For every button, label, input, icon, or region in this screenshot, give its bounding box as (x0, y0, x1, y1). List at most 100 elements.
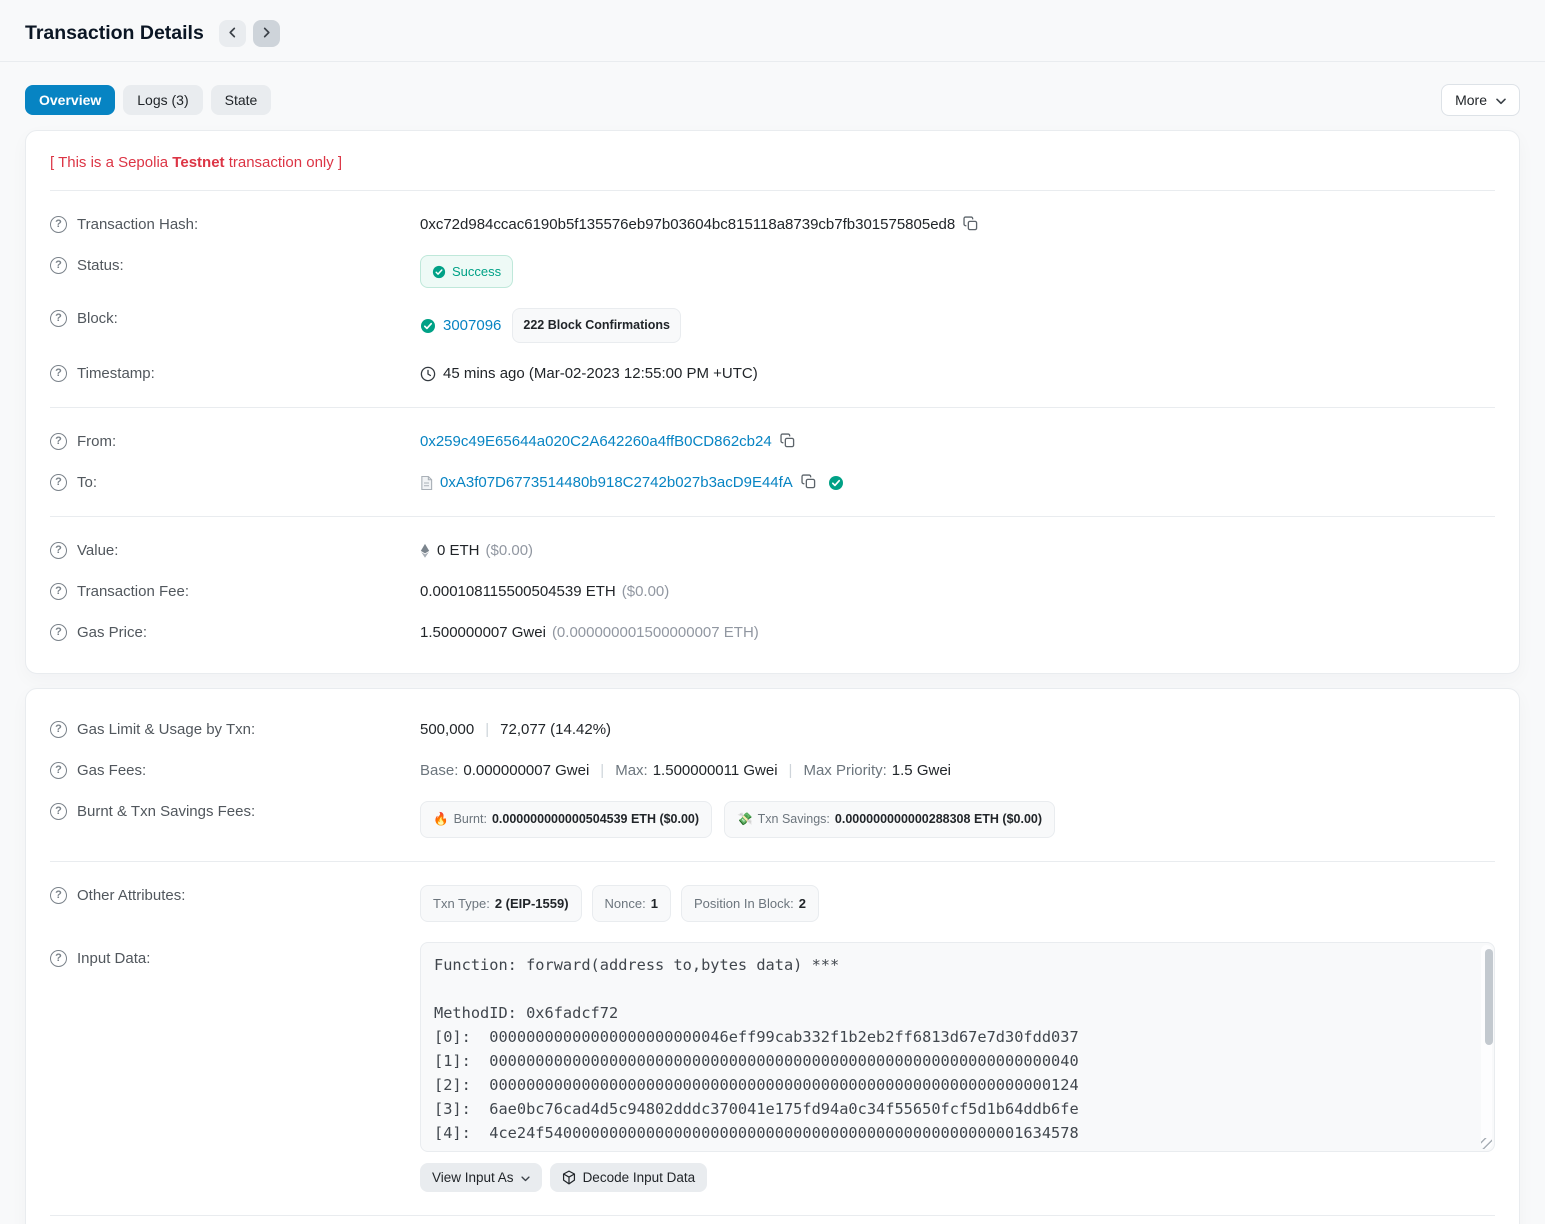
check-circle-icon (420, 318, 436, 334)
timestamp-value: 45 mins ago (Mar-02-2023 12:55:00 PM +UT… (443, 363, 758, 384)
from-address-link[interactable]: 0x259c49E65644a020C2A642260a4ffB0CD862cb… (420, 431, 772, 452)
status-badge-label: Success (452, 261, 501, 282)
separator: | (600, 760, 604, 781)
help-icon[interactable]: ? (50, 542, 67, 559)
txn-savings-badge-value: 0.000000000000288308 ETH ($0.00) (835, 809, 1042, 830)
header-divider (0, 61, 1545, 62)
gas-price-row: ? Gas Price: 1.500000007 Gwei (0.0000000… (50, 612, 1495, 653)
chevron-down-icon (1496, 92, 1506, 108)
block-confirmations-badge: 222 Block Confirmations (512, 308, 681, 343)
transaction-fee-usd: ($0.00) (622, 581, 670, 602)
input-data-box[interactable]: Function: forward(address to,bytes data)… (420, 942, 1495, 1152)
help-icon[interactable]: ? (50, 474, 67, 491)
tab-state[interactable]: State (211, 85, 272, 115)
help-icon[interactable]: ? (50, 257, 67, 274)
to-address-link[interactable]: 0xA3f07D6773514480b918C2742b027b3acD9E44… (440, 472, 793, 493)
chevron-right-icon (261, 26, 272, 41)
status-badge: Success (420, 255, 513, 288)
nonce-value: 1 (651, 893, 658, 914)
decode-cube-icon (562, 1170, 576, 1185)
value-eth: 0 ETH (437, 540, 480, 561)
tab-overview[interactable]: Overview (25, 85, 115, 115)
nonce-badge: Nonce: 1 (592, 885, 671, 922)
next-transaction-button[interactable] (253, 20, 280, 47)
gas-limit-label: Gas Limit & Usage by Txn: (77, 719, 255, 740)
tab-logs[interactable]: Logs (3) (123, 85, 202, 115)
notice-text-pre: [ This is a Sepolia (50, 154, 172, 171)
transaction-fee-row: ? Transaction Fee: 0.000108115500504539 … (50, 571, 1495, 612)
position-in-block-label: Position In Block: (694, 893, 794, 914)
burnt-badge-label: Burnt: (454, 809, 487, 830)
burnt-savings-row: ? Burnt & Txn Savings Fees: 🔥 Burnt: 0.0… (50, 791, 1495, 848)
view-input-as-label: View Input As (432, 1170, 514, 1185)
copy-icon (963, 216, 978, 234)
nonce-label: Nonce: (605, 893, 646, 914)
max-fee-value: 1.500000011 Gwei (653, 760, 778, 781)
txn-type-value: 2 (EIP-1559) (495, 893, 569, 914)
input-data-row: ? Input Data: Function: forward(address … (50, 932, 1495, 1202)
details-card: ? Gas Limit & Usage by Txn: 500,000 | 72… (25, 688, 1520, 1224)
copy-to-address-button[interactable] (801, 474, 816, 492)
separator: | (485, 719, 489, 740)
divider (50, 861, 1495, 862)
help-icon[interactable]: ? (50, 583, 67, 600)
gas-limit-value: 500,000 (420, 719, 474, 740)
help-icon[interactable]: ? (50, 721, 67, 738)
value-row: ? Value: 0 ETH ($0.00) (50, 530, 1495, 571)
position-in-block-badge: Position In Block: 2 (681, 885, 819, 922)
gas-fees-label: Gas Fees: (77, 760, 146, 781)
input-data-content: Function: forward(address to,bytes data)… (434, 953, 1468, 1141)
burnt-savings-label: Burnt & Txn Savings Fees: (77, 801, 255, 822)
help-icon[interactable]: ? (50, 762, 67, 779)
from-label: From: (77, 431, 116, 452)
help-icon[interactable]: ? (50, 310, 67, 327)
chevron-down-icon (521, 1170, 530, 1185)
contract-document-icon (420, 475, 433, 491)
value-usd: ($0.00) (486, 540, 534, 561)
help-icon[interactable]: ? (50, 433, 67, 450)
help-icon[interactable]: ? (50, 365, 67, 382)
notice-text-post: transaction only ] (225, 154, 343, 171)
page-title: Transaction Details (25, 22, 204, 45)
check-circle-icon (432, 265, 446, 279)
help-icon[interactable]: ? (50, 887, 67, 904)
block-number-link[interactable]: 3007096 (443, 315, 501, 336)
other-attributes-row: ? Other Attributes: Txn Type: 2 (EIP-155… (50, 875, 1495, 932)
copy-hash-button[interactable] (963, 216, 978, 234)
divider (50, 407, 1495, 408)
timestamp-label: Timestamp: (77, 363, 155, 384)
help-icon[interactable]: ? (50, 950, 67, 967)
timestamp-row: ? Timestamp: 45 mins ago (Mar-02-2023 12… (50, 353, 1495, 394)
txn-savings-badge: 💸 Txn Savings: 0.000000000000288308 ETH … (724, 801, 1055, 838)
gas-fees-row: ? Gas Fees: Base: 0.000000007 Gwei | Max… (50, 750, 1495, 791)
help-icon[interactable]: ? (50, 216, 67, 233)
gas-price-eth: (0.000000001500000007 ETH) (552, 622, 759, 643)
txn-type-badge: Txn Type: 2 (EIP-1559) (420, 885, 582, 922)
copy-from-address-button[interactable] (780, 433, 795, 451)
view-input-as-button[interactable]: View Input As (420, 1163, 542, 1192)
more-button[interactable]: More (1441, 84, 1520, 116)
max-priority-fee-label: Max Priority: (803, 760, 886, 781)
copy-icon (780, 433, 795, 451)
verified-contract-check-icon (828, 475, 844, 491)
scrollbar-thumb[interactable] (1485, 949, 1493, 1045)
other-attributes-label: Other Attributes: (77, 885, 185, 906)
value-label: Value: (77, 540, 118, 561)
base-fee-value: 0.000000007 Gwei (463, 760, 589, 781)
transaction-details-page: Transaction Details Overview Logs (3) St… (0, 0, 1545, 1224)
gas-usage-value: 72,077 (14.42%) (500, 719, 611, 740)
gas-price-value: 1.500000007 Gwei (420, 622, 546, 643)
transaction-hash-label: Transaction Hash: (77, 214, 198, 235)
status-row: ? Status: Success (50, 245, 1495, 298)
decode-input-data-button[interactable]: Decode Input Data (550, 1163, 708, 1192)
position-in-block-value: 2 (799, 893, 806, 914)
separator: | (789, 760, 793, 781)
prev-transaction-button[interactable] (219, 20, 246, 47)
help-icon[interactable]: ? (50, 803, 67, 820)
transaction-hash-value: 0xc72d984ccac6190b5f135576eb97b03604bc81… (420, 214, 955, 235)
testnet-notice: [ This is a Sepolia Testnet transaction … (50, 151, 1495, 177)
help-icon[interactable]: ? (50, 624, 67, 641)
max-fee-label: Max: (615, 760, 648, 781)
txn-type-label: Txn Type: (433, 893, 490, 914)
chevron-left-icon (227, 26, 238, 41)
